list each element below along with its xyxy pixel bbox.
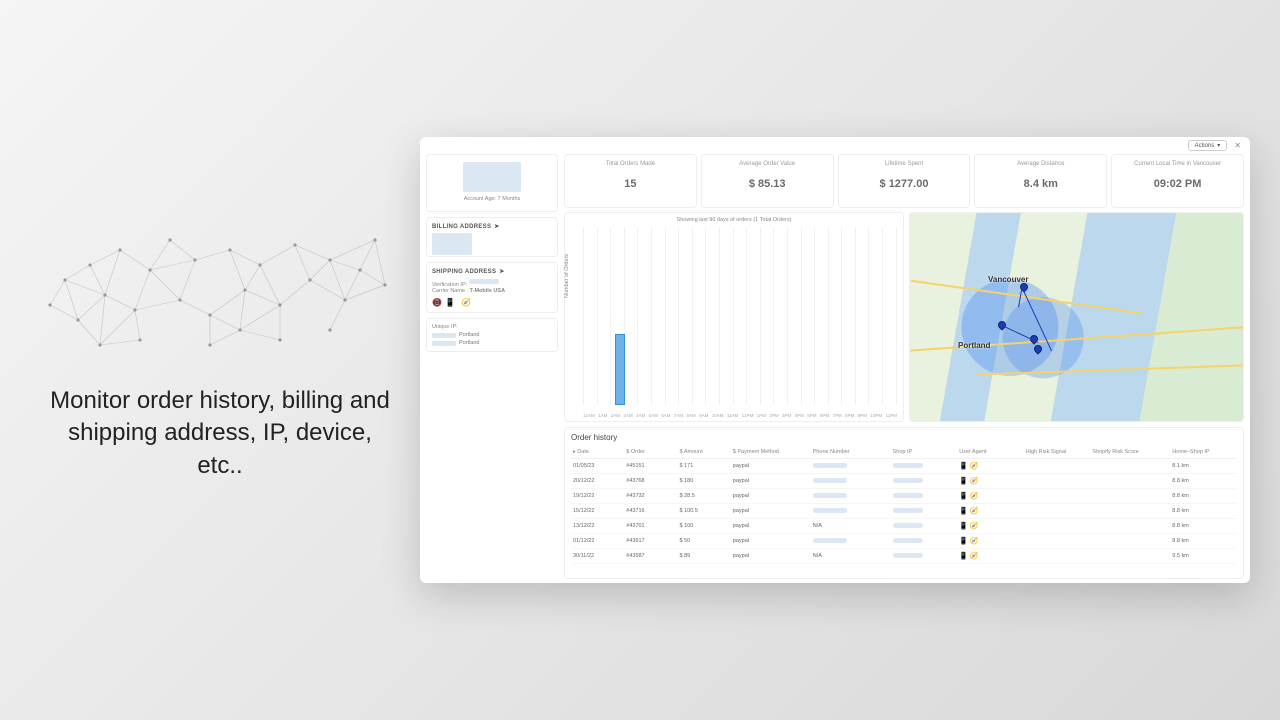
table-row[interactable]: 30/11/22#43587$ 89paypalN/A📱🧭9.5 km [571, 549, 1237, 564]
table-header[interactable]: Shop IP [891, 446, 958, 459]
cheetah-illustration: 20,95 35,70 48,110 60,55 75,85 90,40 105… [30, 210, 410, 370]
account-age: Account Age: 7 Months [432, 196, 552, 202]
marketing-caption: Monitor order history, billing and shipp… [50, 385, 390, 482]
ip-row: Portland [432, 332, 552, 338]
mobile-icon: 📱 [959, 508, 968, 515]
table-header[interactable]: ▸ Date [571, 446, 624, 459]
ip-redacted [432, 333, 456, 338]
kpi-value: 15 [569, 178, 692, 190]
redacted [893, 553, 923, 558]
redacted [893, 478, 923, 483]
chart-xticks: 12AM1AM2AM3AM4AM5AM6AM7AM8AM9AM10AM11AM1… [583, 413, 897, 418]
unique-ip-title: Unique IP: [432, 324, 552, 330]
redacted [813, 508, 847, 513]
ip-redacted [469, 279, 499, 284]
map[interactable]: Vancouver Portland [909, 212, 1244, 422]
billing-address-card: BILLING ADDRESS ➤ [426, 217, 558, 257]
kpi-value: 8.4 km [979, 178, 1102, 190]
ip-redacted [432, 341, 456, 346]
redacted [813, 478, 847, 483]
map-pin-icon [1032, 343, 1043, 354]
table-row[interactable]: 01/05/23#45151$ 171paypal📱🧭8.1 km [571, 459, 1237, 474]
safari-icon: 🧭 [970, 463, 979, 470]
carrier-label: Carrier Name : [432, 288, 468, 294]
customer-avatar-card: Account Age: 7 Months [426, 154, 558, 212]
kpi-value: $ 85.13 [706, 178, 829, 190]
kpi-label: Current Local Time in Vancouver [1116, 161, 1239, 167]
chart-bar [615, 334, 625, 405]
order-history-card: Order history ▸ Date$ Order$ Amount$ Pay… [564, 427, 1244, 579]
mobile-icon: 📱 [445, 298, 455, 307]
safari-icon: 🧭 [970, 493, 979, 500]
table-header[interactable]: $ Amount [678, 446, 731, 459]
kpi-card: Average Order Value $ 85.13 [701, 154, 834, 208]
ip-row: Portland [432, 340, 552, 346]
redacted [893, 523, 923, 528]
kpi-label: Lifetime Spent [843, 161, 966, 167]
safari-icon: 🧭 [461, 298, 471, 307]
location-icon: ➤ [494, 223, 499, 230]
kpi-card: Current Local Time in Vancouver 09:02 PM [1111, 154, 1244, 208]
actions-button[interactable]: Actions ▾ [1188, 140, 1228, 151]
kpi-value: $ 1277.00 [843, 178, 966, 190]
chevron-down-icon: ▾ [1217, 142, 1220, 149]
orders-by-hour-chart: Showing last 90 days of orders (1 Total … [564, 212, 904, 422]
safari-icon: 🧭 [970, 523, 979, 530]
order-history-title: Order history [571, 433, 1237, 442]
kpi-row: Total Orders Made 15 Average Order Value $ … [564, 154, 1244, 208]
avatar-placeholder [463, 162, 521, 192]
table-row[interactable]: 13/12/22#43701$ 100paypalN/A📱🧭8.8 km [571, 519, 1237, 534]
dashboard-panel: Actions ▾ ✕ Account Age: 7 Months BILLIN… [420, 137, 1250, 583]
kpi-label: Total Orders Made [569, 161, 692, 167]
billing-title: BILLING ADDRESS [432, 224, 491, 230]
carrier-value: T-Mobile USA [470, 288, 505, 294]
redacted [893, 493, 923, 498]
table-header[interactable]: $ Payment Method [731, 446, 811, 459]
safari-icon: 🧭 [970, 508, 979, 515]
chart-title: Showing last 90 days of orders (1 Total … [565, 217, 903, 223]
kpi-card: Average Distance 8.4 km [974, 154, 1107, 208]
safari-icon: 🧭 [970, 553, 979, 560]
table-row[interactable]: 20/12/22#43768$ 180paypal📱🧭8.8 km [571, 474, 1237, 489]
table-header[interactable]: User Agent [957, 446, 1024, 459]
table-header[interactable]: Shopify Risk Score [1090, 446, 1170, 459]
mobile-icon: 📱 [959, 553, 968, 560]
shipping-address-card: SHIPPING ADDRESS ➤ Verification IP: Carr… [426, 262, 558, 313]
kpi-card: Lifetime Spent $ 1277.00 [838, 154, 971, 208]
table-header[interactable]: Phone Number [811, 446, 891, 459]
close-icon[interactable]: ✕ [1231, 141, 1244, 150]
order-history-table: ▸ Date$ Order$ Amount$ Payment MethodPho… [571, 446, 1237, 564]
mobile-icon: 📱 [959, 478, 968, 485]
redacted [893, 538, 923, 543]
kpi-label: Average Distance [979, 161, 1102, 167]
actions-label: Actions [1195, 143, 1215, 149]
billing-redacted [432, 233, 472, 255]
kpi-label: Average Order Value [706, 161, 829, 167]
unique-ip-card: Unique IP: Portland Portland [426, 318, 558, 352]
location-icon: ➤ [499, 268, 504, 275]
redacted [893, 463, 923, 468]
mobile-icon: 📱 [959, 493, 968, 500]
table-row[interactable]: 15/12/22#43716$ 100.5paypal📱🧭8.8 km [571, 504, 1237, 519]
table-row[interactable]: 19/12/22#43732$ 28.5paypal📱🧭8.8 km [571, 489, 1237, 504]
table-header[interactable]: $ Order [624, 446, 677, 459]
table-header[interactable]: Home–Shop IP [1170, 446, 1237, 459]
redacted [813, 538, 847, 543]
chart-ylabel: Number of Orders [564, 254, 570, 298]
mobile-icon: 📱 [959, 463, 968, 470]
safari-icon: 🧭 [970, 538, 979, 545]
safari-icon: 🧭 [970, 478, 979, 485]
redacted [893, 508, 923, 513]
mobile-icon: 📱 [959, 538, 968, 545]
redacted [813, 463, 847, 468]
phone-off-icon: 📵 [432, 298, 442, 307]
mobile-icon: 📱 [959, 523, 968, 530]
table-row[interactable]: 01/12/22#43617$ 50paypal📱🧭8.8 km [571, 534, 1237, 549]
redacted [813, 493, 847, 498]
kpi-card: Total Orders Made 15 [564, 154, 697, 208]
kpi-value: 09:02 PM [1116, 178, 1239, 190]
map-city-label: Portland [958, 341, 990, 350]
table-header[interactable]: High Risk Signal [1024, 446, 1091, 459]
shipping-title: SHIPPING ADDRESS [432, 269, 496, 275]
